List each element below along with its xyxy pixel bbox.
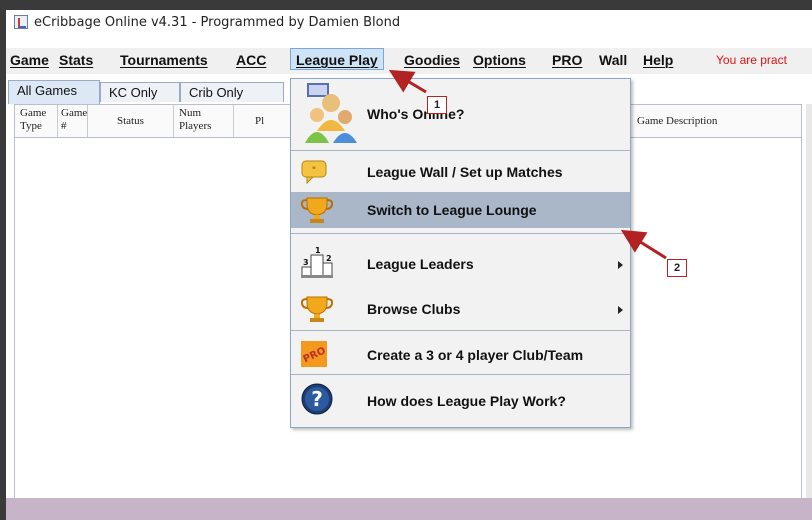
annotation-overlay <box>388 69 667 260</box>
annotation-arrow-1 <box>388 69 427 94</box>
annotation-callout-1: 1 <box>427 96 447 114</box>
annotation-arrow-2 <box>620 229 667 260</box>
annotation-callout-2: 2 <box>667 259 687 277</box>
